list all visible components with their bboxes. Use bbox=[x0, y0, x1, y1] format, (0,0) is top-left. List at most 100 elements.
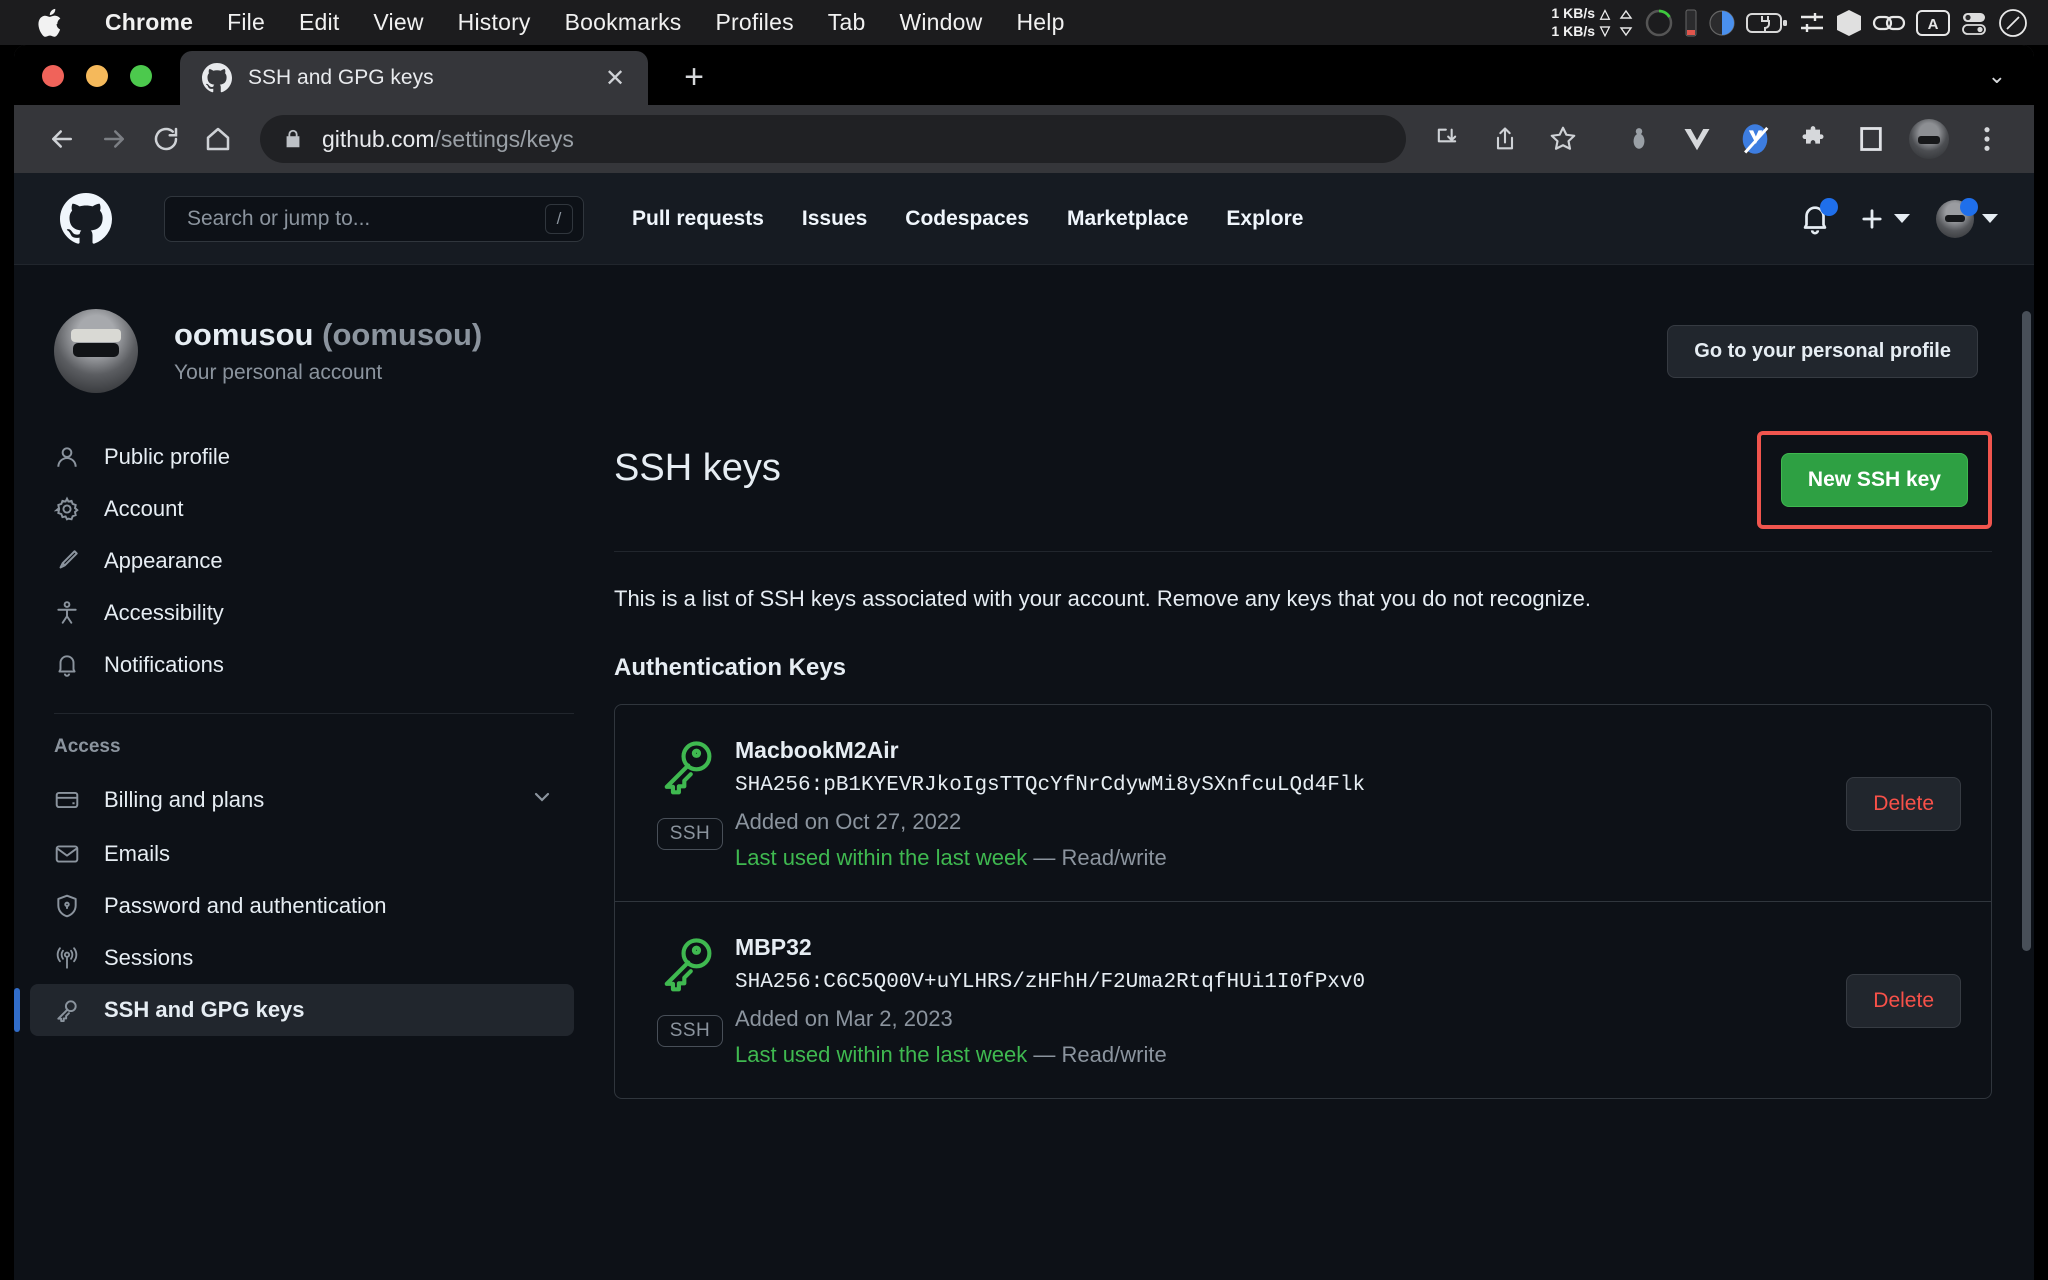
notification-dot bbox=[1820, 197, 1838, 216]
ssh-keys-header: SSH keys New SSH key bbox=[614, 431, 1992, 552]
sidebar-item-notifications[interactable]: Notifications bbox=[30, 639, 574, 691]
home-icon[interactable] bbox=[192, 113, 244, 165]
key-permission: — Read/write bbox=[1033, 845, 1167, 870]
back-arrow-icon[interactable] bbox=[36, 113, 88, 165]
sidebar-item-accessibility[interactable]: Accessibility bbox=[30, 587, 574, 639]
menu-edit[interactable]: Edit bbox=[282, 9, 356, 36]
lock-icon[interactable] bbox=[282, 128, 304, 150]
address-bar-url: github.com/settings/keys bbox=[322, 126, 574, 153]
menu-profiles[interactable]: Profiles bbox=[698, 9, 810, 36]
page-content: Search or jump to... / Pull requests Iss… bbox=[14, 173, 2034, 1280]
memory-bar-icon[interactable] bbox=[1684, 8, 1698, 38]
menu-chrome[interactable]: Chrome bbox=[88, 9, 210, 36]
page-scrollbar[interactable] bbox=[2020, 301, 2034, 1280]
tab-search-chevron-icon[interactable]: ⌄ bbox=[1988, 63, 2034, 105]
avatar[interactable] bbox=[54, 309, 138, 393]
github-mark-icon[interactable] bbox=[60, 192, 112, 245]
puzzle-extensions-icon[interactable] bbox=[1788, 114, 1838, 164]
create-new-button[interactable] bbox=[1858, 205, 1910, 233]
menu-view[interactable]: View bbox=[356, 9, 440, 36]
delete-button[interactable]: Delete bbox=[1846, 777, 1961, 831]
nav-marketplace[interactable]: Marketplace bbox=[1067, 207, 1188, 231]
network-download-speed: 1 KB/s bbox=[1551, 22, 1595, 39]
sidebar-item-sessions[interactable]: Sessions bbox=[30, 932, 574, 984]
apple-logo-icon[interactable] bbox=[36, 6, 66, 40]
notifications-button[interactable] bbox=[1798, 197, 1838, 236]
github-header: Search or jump to... / Pull requests Iss… bbox=[14, 173, 2034, 265]
search-input[interactable]: Search or jump to... / bbox=[164, 195, 584, 242]
bell-icon bbox=[54, 652, 80, 678]
key-permission: — Read/write bbox=[1033, 1042, 1167, 1067]
three-dot-menu-icon[interactable] bbox=[1962, 114, 2012, 164]
cpu-gauge-icon[interactable] bbox=[1644, 8, 1674, 38]
browser-tab[interactable]: SSH and GPG keys ✕ bbox=[180, 51, 648, 105]
settings-sidebar: Public profile Account Appearance Access… bbox=[14, 431, 594, 1099]
new-ssh-key-button[interactable]: New SSH key bbox=[1780, 453, 1968, 507]
chevron-down-icon[interactable] bbox=[530, 785, 554, 815]
input-source-a-icon[interactable]: A bbox=[1916, 9, 1950, 37]
menu-file[interactable]: File bbox=[210, 9, 282, 36]
nav-issues[interactable]: Issues bbox=[802, 207, 867, 231]
menu-history[interactable]: History bbox=[441, 9, 548, 36]
window-minimize-button[interactable] bbox=[86, 65, 108, 87]
reload-icon[interactable] bbox=[140, 113, 192, 165]
global-nav: Pull requests Issues Codespaces Marketpl… bbox=[632, 207, 1303, 231]
chrome-profile-avatar[interactable] bbox=[1904, 114, 1954, 164]
sidebar-item-emails[interactable]: Emails bbox=[30, 828, 574, 880]
key-fingerprint: SHA256:C6C5Q00V+uYLHRS/zHFhH/F2Uma2RtqfH… bbox=[735, 971, 1366, 994]
control-center-icon[interactable] bbox=[1960, 9, 1988, 37]
menu-tab[interactable]: Tab bbox=[811, 9, 883, 36]
key-fingerprint: SHA256:pB1KYEVRJkoIgsTTQcYfNrCdywMi8ySXn… bbox=[735, 774, 1366, 797]
address-bar[interactable]: github.com/settings/keys bbox=[260, 115, 1406, 163]
page-title: oomusou (oomusou) bbox=[174, 317, 482, 353]
sidebar-item-label: Appearance bbox=[104, 548, 223, 573]
sidebar-item-ssh-and-gpg-keys[interactable]: SSH and GPG keys bbox=[14, 984, 574, 1036]
link-icon[interactable] bbox=[1872, 11, 1906, 35]
sidebar-item-label: Emails bbox=[104, 841, 171, 866]
delete-button[interactable]: Delete bbox=[1846, 974, 1961, 1028]
chevron-down-icon bbox=[1982, 214, 1998, 223]
install-app-icon[interactable] bbox=[1422, 114, 1472, 164]
user-menu-button[interactable] bbox=[1936, 197, 1998, 238]
siri-icon[interactable] bbox=[1998, 8, 2028, 38]
window-close-button[interactable] bbox=[42, 65, 64, 87]
side-panel-icon[interactable] bbox=[1846, 114, 1896, 164]
ssh-key-list: SSH MacbookM2Air SHA256:pB1KYEVRJkoIgsTT… bbox=[614, 704, 1992, 1099]
sidebar-item-public-profile[interactable]: Public profile bbox=[30, 431, 574, 483]
updown-arrows-icon[interactable] bbox=[1618, 8, 1634, 38]
sidebar-item-account[interactable]: Account bbox=[30, 483, 574, 535]
menu-window[interactable]: Window bbox=[882, 9, 999, 36]
goto-personal-profile-button[interactable]: Go to your personal profile bbox=[1667, 324, 1978, 378]
upload-arrow-icon: △ bbox=[1600, 6, 1610, 22]
account-identity: oomusou (oomusou) Your personal account bbox=[174, 317, 482, 385]
cube-icon[interactable] bbox=[1836, 9, 1862, 37]
vue-devtools-icon[interactable] bbox=[1672, 114, 1722, 164]
sliders-icon[interactable] bbox=[1798, 9, 1826, 37]
nav-codespaces[interactable]: Codespaces bbox=[905, 207, 1029, 231]
new-tab-button[interactable]: + bbox=[674, 58, 714, 97]
sidebar-item-billing-and-plans[interactable]: Billing and plans bbox=[30, 772, 574, 828]
forward-arrow-icon[interactable] bbox=[88, 113, 140, 165]
sidebar-item-password-and-authentication[interactable]: Password and authentication bbox=[30, 880, 574, 932]
battery-charging-icon[interactable] bbox=[1746, 11, 1788, 35]
sidebar-item-label: Accessibility bbox=[104, 600, 224, 625]
window-zoom-button[interactable] bbox=[130, 65, 152, 87]
sidebar-item-appearance[interactable]: Appearance bbox=[30, 535, 574, 587]
nav-explore[interactable]: Explore bbox=[1226, 207, 1303, 231]
bookmark-star-icon[interactable] bbox=[1538, 114, 1588, 164]
ssh-keys-description: This is a list of SSH keys associated wi… bbox=[614, 586, 1592, 611]
mail-icon bbox=[54, 841, 80, 867]
account-subtitle: Your personal account bbox=[174, 361, 383, 384]
network-speed-indicator[interactable]: 1 KB/s 1 KB/s △ ▽ bbox=[1551, 5, 1610, 40]
nav-pull-requests[interactable]: Pull requests bbox=[632, 207, 764, 231]
vimium-icon[interactable] bbox=[1730, 114, 1780, 164]
macos-menu-bar: Chrome File Edit View History Bookmarks … bbox=[0, 0, 2048, 45]
share-icon[interactable] bbox=[1480, 114, 1530, 164]
menu-help[interactable]: Help bbox=[999, 9, 1081, 36]
key-icon bbox=[54, 997, 80, 1023]
disk-pie-icon[interactable] bbox=[1708, 9, 1736, 37]
tab-close-icon[interactable]: ✕ bbox=[598, 64, 632, 93]
menu-bookmarks[interactable]: Bookmarks bbox=[548, 9, 699, 36]
bug-extension-icon[interactable] bbox=[1614, 114, 1664, 164]
scrollbar-thumb[interactable] bbox=[2022, 311, 2031, 951]
